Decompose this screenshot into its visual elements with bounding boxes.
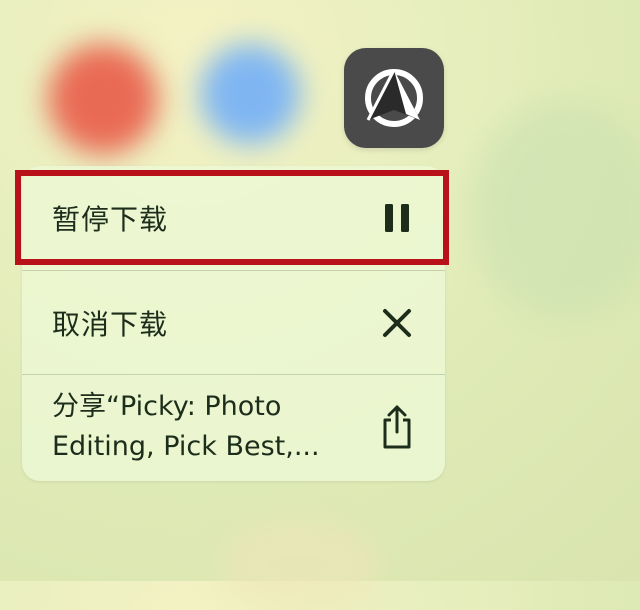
pause-icon — [379, 200, 415, 236]
blurred-app-icon-blue — [200, 44, 300, 144]
share-app-label: 分享“Picky: Photo Editing, Pick Best,... — [52, 387, 320, 467]
cancel-download-label: 取消下载 — [52, 307, 169, 341]
share-label-line-2: Editing, Pick Best,... — [52, 430, 320, 462]
share-app-item[interactable]: 分享“Picky: Photo Editing, Pick Best,... — [22, 374, 445, 478]
share-label-line-1: 分享“Picky: Photo — [52, 390, 282, 422]
cancel-download-item[interactable]: 取消下载 — [22, 270, 445, 374]
share-icon — [379, 405, 415, 448]
blurred-background-bottom — [220, 520, 380, 610]
blurred-background — [470, 100, 640, 320]
pause-download-label: 暂停下载 — [52, 203, 169, 236]
context-menu: 暂停下载 取消下载 分享“Picky: Photo Editing, Pick … — [22, 166, 445, 481]
app-icon[interactable] — [344, 48, 444, 148]
pause-download-item[interactable]: 暂停下载 — [22, 166, 445, 270]
close-icon — [379, 305, 415, 341]
app-logo-icon — [365, 69, 423, 127]
blurred-app-icon-red — [48, 44, 158, 154]
